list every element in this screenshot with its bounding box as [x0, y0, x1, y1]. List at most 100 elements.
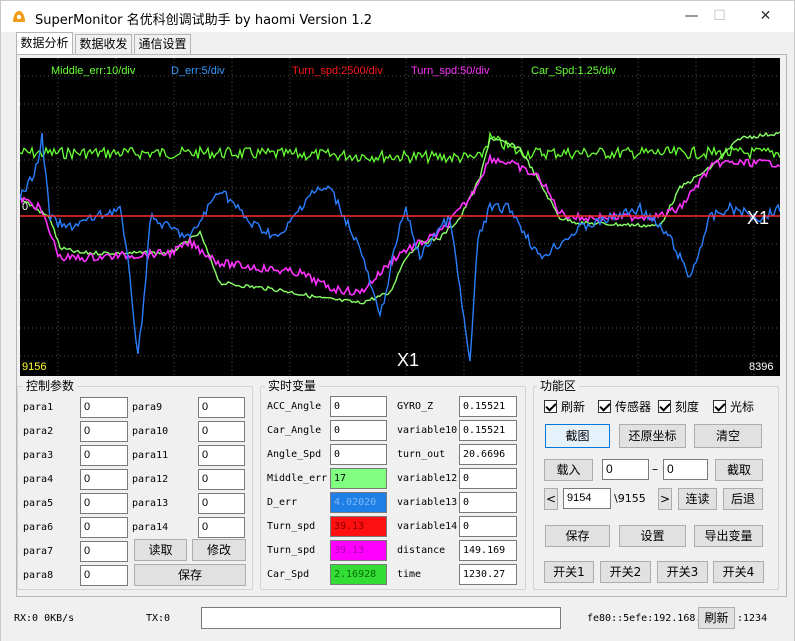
param-label: para14: [132, 522, 169, 533]
realtime-var-value: 0: [330, 420, 387, 441]
close-button[interactable]: ✕: [743, 1, 788, 32]
frame-index-input[interactable]: 9154: [563, 488, 611, 509]
param-input[interactable]: 0: [80, 493, 128, 514]
maximize-button[interactable]: ☐: [697, 1, 742, 32]
param-input[interactable]: 0: [80, 445, 128, 466]
switch-3-button[interactable]: 开关3: [657, 561, 708, 583]
param-input[interactable]: 0: [80, 469, 128, 490]
param-input[interactable]: 0: [80, 541, 128, 562]
param-label: para7: [23, 546, 54, 557]
restore-axes-button[interactable]: 还原坐标: [619, 424, 686, 448]
realtime-var-value: 39.13: [330, 516, 387, 537]
realtime-var-value: 1230.27: [459, 564, 517, 585]
param-input[interactable]: 0: [80, 421, 128, 442]
cursor-x1-right-label: X1: [747, 208, 769, 228]
param-input[interactable]: 0: [198, 517, 245, 538]
cut-button[interactable]: 截取: [715, 459, 763, 481]
param-input[interactable]: 0: [198, 469, 245, 490]
param-input[interactable]: 0: [198, 445, 245, 466]
save-params-button[interactable]: 保存: [134, 564, 246, 586]
save-data-button[interactable]: 保存: [545, 525, 610, 547]
title-bar: SuperMonitor 名优科创调试助手 by haomi Version 1…: [1, 1, 794, 32]
param-input[interactable]: 0: [80, 517, 128, 538]
cursor-checkbox[interactable]: 光标: [713, 399, 754, 415]
realtime-var-label: Middle_err: [267, 473, 328, 484]
realtime-var-label: variable10: [397, 425, 458, 436]
realtime-var-label: D_err: [267, 497, 298, 508]
tx-status: TX:0: [146, 613, 171, 624]
realtime-var-label: turn_out: [397, 449, 446, 460]
scale-checkbox-label: 刻度: [675, 400, 700, 414]
switch-2-button[interactable]: 开关2: [600, 561, 651, 583]
realtime-var-value: 20.6696: [459, 444, 517, 465]
realtime-var-label: Turn_spd: [267, 521, 316, 532]
settings-button[interactable]: 设置: [619, 525, 686, 547]
export-vars-button[interactable]: 导出变量: [694, 525, 763, 547]
realtime-var-value: 149.169: [459, 540, 517, 561]
realtime-var-value: 0.15521: [459, 420, 517, 441]
screenshot-button[interactable]: 截图: [545, 424, 610, 448]
checkbox-checked-icon: [598, 400, 611, 413]
back-button[interactable]: 后退: [723, 488, 763, 510]
realtime-var-value: 0.15521: [459, 396, 517, 417]
param-label: para5: [23, 498, 54, 509]
modify-params-button[interactable]: 修改: [192, 539, 246, 561]
checkbox-checked-icon: [658, 400, 671, 413]
realtime-var-value: 39.13: [330, 540, 387, 561]
param-label: para13: [132, 498, 169, 509]
param-input[interactable]: 0: [198, 397, 245, 418]
realtime-var-label: distance: [397, 545, 446, 556]
clear-button[interactable]: 清空: [694, 424, 762, 448]
realtime-var-label: GYRO_Z: [397, 401, 434, 412]
param-label: para3: [23, 450, 54, 461]
oscilloscope-plot[interactable]: Middle_err:10/div D_err:5/div Turn_spd:2…: [20, 58, 780, 376]
scale-checkbox[interactable]: 刻度: [658, 399, 699, 415]
main-window: SuperMonitor 名优科创调试助手 by haomi Version 1…: [0, 0, 795, 641]
param-input[interactable]: 0: [198, 421, 245, 442]
sensor-checkbox[interactable]: 传感器: [598, 399, 651, 415]
refresh-checkbox[interactable]: 刷新: [544, 399, 585, 415]
realtime-var-label: time: [397, 569, 422, 580]
tab-comm-settings[interactable]: 通信设置: [134, 34, 191, 54]
load-button[interactable]: 载入: [544, 459, 593, 481]
legend-d-err: D_err:5/div: [171, 65, 225, 77]
param-input[interactable]: 0: [80, 397, 128, 418]
realtime-var-value: 0: [330, 396, 387, 417]
param-label: para1: [23, 402, 54, 413]
checkbox-checked-icon: [544, 400, 557, 413]
realtime-var-label: ACC_Angle: [267, 401, 322, 412]
realtime-var-label: Car_Angle: [267, 425, 322, 436]
prev-frame-button[interactable]: <: [544, 488, 558, 510]
zero-axis-label: 0: [22, 201, 28, 213]
param-label: para2: [23, 426, 54, 437]
app-logo-icon: [13, 11, 25, 22]
switch-4-button[interactable]: 开关4: [713, 561, 764, 583]
tab-data-analysis[interactable]: 数据分析: [16, 32, 73, 55]
tab-data-transfer[interactable]: 数据收发: [75, 34, 132, 54]
status-message-field: [201, 607, 561, 629]
realtime-var-value: 4.02020: [330, 492, 387, 513]
param-label: para9: [132, 402, 163, 413]
cursor-checkbox-label: 光标: [730, 400, 755, 414]
realtime-var-label: Turn_spd: [267, 545, 316, 556]
continuous-read-button[interactable]: 连读: [678, 488, 717, 510]
range-end-input[interactable]: 0: [663, 459, 708, 480]
read-params-button[interactable]: 读取: [134, 539, 187, 561]
realtime-var-value: 0: [459, 492, 517, 513]
refresh-ip-button[interactable]: 刷新: [698, 607, 735, 629]
realtime-var-value: 0: [330, 444, 387, 465]
realtime-var-value: 2.16928: [330, 564, 387, 585]
checkbox-checked-icon: [713, 400, 726, 413]
switch-1-button[interactable]: 开关1: [544, 561, 594, 583]
param-input[interactable]: 0: [80, 565, 128, 586]
range-start-input[interactable]: 0: [602, 459, 649, 480]
realtime-var-label: Angle_Spd: [267, 449, 322, 460]
port-label: :1234: [737, 613, 768, 624]
realtime-vars-title: 实时变量: [265, 379, 320, 393]
next-frame-button[interactable]: >: [658, 488, 672, 510]
realtime-var-label: variable13: [397, 497, 458, 508]
range-separator: –: [652, 462, 658, 476]
rx-status: RX:0 0KB/s: [14, 613, 75, 624]
param-input[interactable]: 0: [198, 493, 245, 514]
window-title: SuperMonitor 名优科创调试助手 by haomi Version 1…: [35, 13, 373, 28]
